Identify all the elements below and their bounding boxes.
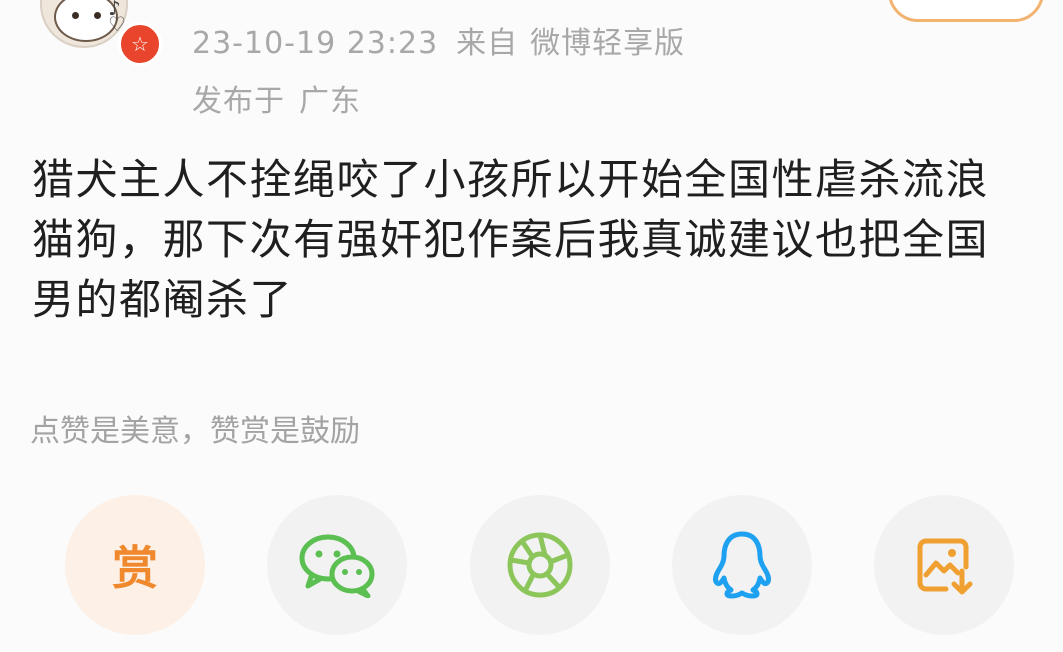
post-datetime: 23-10-19 23:23 — [192, 26, 439, 61]
avatar-eye — [94, 12, 101, 19]
post-location: 发布于 广东 — [192, 82, 685, 122]
save-image-icon — [917, 538, 973, 595]
reward-tip: 点赞是美意，赞赏是鼓励 — [30, 414, 360, 449]
post-source-prefix: 来自 — [456, 26, 519, 61]
moments-icon — [507, 532, 573, 598]
qq-icon — [713, 531, 771, 599]
share-wechat-button[interactable] — [267, 495, 407, 635]
follow-button[interactable] — [888, 0, 1044, 22]
avatar-eye — [72, 12, 79, 19]
wechat-icon — [299, 534, 375, 598]
user-verified-badge-icon: ☆ — [118, 22, 162, 66]
post-source[interactable]: 微博轻享版 — [530, 26, 685, 61]
post-text: 猎犬主人不拴绳咬了小孩所以开始全国性虐杀流浪猫狗，那下次有强奸犯作案后我真诚建议… — [32, 155, 990, 324]
action-bar: 赏 — [0, 495, 1063, 635]
post-location-prefix: 发布于 — [192, 84, 285, 119]
avatar-decoration-icon: ♪ ♡ — [108, 0, 126, 36]
save-image-button[interactable] — [874, 495, 1014, 635]
reward-button[interactable]: 赏 — [65, 495, 205, 635]
post-time-source: 23-10-19 23:23 来自 微博轻享版 — [192, 24, 685, 64]
reward-label: 赏 — [112, 541, 158, 595]
post-location-value: 广东 — [299, 84, 361, 119]
share-qq-button[interactable] — [672, 495, 812, 635]
share-moments-button[interactable] — [470, 495, 610, 635]
post-meta: 23-10-19 23:23 来自 微博轻享版 发布于 广东 — [192, 24, 685, 122]
